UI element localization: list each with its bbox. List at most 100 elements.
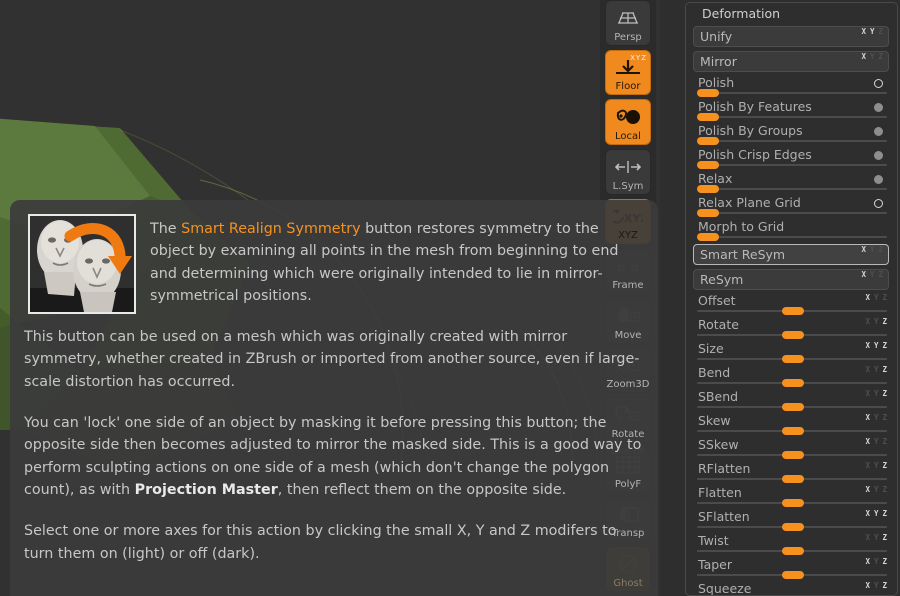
axis-toggle-y[interactable]: Y xyxy=(870,246,875,254)
axis-toggle-x[interactable]: X xyxy=(865,366,870,374)
slider-track[interactable] xyxy=(697,212,887,214)
axis-toggle-y[interactable]: Y xyxy=(874,342,879,350)
slider-knob[interactable] xyxy=(697,233,719,241)
slider-track[interactable] xyxy=(697,188,887,190)
axis-toggle-z[interactable]: Z xyxy=(882,534,887,542)
axis-toggle-x[interactable]: X xyxy=(865,486,870,494)
axis-toggle-x[interactable]: X xyxy=(865,558,870,566)
axis-toggle-y[interactable]: Y xyxy=(874,582,879,590)
axis-toggle-y[interactable]: Y xyxy=(874,558,879,566)
slider-toggle-dot-icon[interactable] xyxy=(874,127,883,136)
axis-toggle-x[interactable]: X xyxy=(861,271,866,279)
slider-toggle-ring-icon[interactable] xyxy=(874,79,883,88)
axis-toggle-z[interactable]: Z xyxy=(878,53,883,61)
axis-toggle-x[interactable]: X xyxy=(865,510,870,518)
slider-knob[interactable] xyxy=(782,499,804,507)
slider-knob[interactable] xyxy=(782,331,804,339)
axis-toggle-group[interactable]: XYZ xyxy=(865,486,887,494)
deformation-row[interactable]: SSkew X Y Z xyxy=(686,437,897,461)
axis-toggle-z[interactable]: Z xyxy=(882,318,887,326)
axis-toggle-group[interactable]: XYZ xyxy=(861,28,883,36)
axis-toggle-group[interactable]: XYZ xyxy=(865,534,887,542)
slider-knob[interactable] xyxy=(782,547,804,555)
deform-slider-rflatten[interactable]: RFlatten X Y Z xyxy=(693,461,889,485)
axis-toggle-group[interactable]: XYZ xyxy=(865,390,887,398)
deform-slider-bend[interactable]: Bend X Y Z xyxy=(693,365,889,389)
slider-knob[interactable] xyxy=(697,185,719,193)
deformation-row[interactable]: Morph to Grid xyxy=(686,219,897,243)
axis-toggle-y[interactable]: Y xyxy=(874,438,879,446)
axis-toggle-y[interactable]: Y xyxy=(874,534,879,542)
axis-toggle-y[interactable]: Y xyxy=(874,366,879,374)
axis-toggle-y[interactable]: Y xyxy=(870,53,875,61)
deformation-row[interactable]: Smart ReSym X Y Z xyxy=(686,244,897,268)
shelf-button-l-sym[interactable]: L.Sym xyxy=(605,149,651,195)
deformation-row[interactable]: Polish By Groups xyxy=(686,123,897,147)
slider-knob[interactable] xyxy=(697,161,719,169)
axis-toggle-group[interactable]: XYZ xyxy=(861,246,883,254)
deform-button-unify[interactable]: Unify xyxy=(693,26,889,47)
shelf-button-floor[interactable]: XYZ Floor xyxy=(605,49,651,96)
slider-toggle-dot-icon[interactable] xyxy=(874,103,883,112)
deformation-row[interactable]: RFlatten X Y Z xyxy=(686,461,897,485)
deformation-row[interactable]: Polish Crisp Edges xyxy=(686,147,897,171)
deformation-row[interactable]: Polish By Features xyxy=(686,99,897,123)
axis-toggle-z[interactable]: Z xyxy=(882,342,887,350)
axis-toggle-z[interactable]: Z xyxy=(882,414,887,422)
axis-toggle-z[interactable]: Z xyxy=(882,438,887,446)
deformation-row[interactable]: SFlatten X Y Z xyxy=(686,509,897,533)
slider-knob[interactable] xyxy=(782,403,804,411)
axis-toggle-x[interactable]: X xyxy=(865,462,870,470)
axis-toggle-group[interactable]: XYZ xyxy=(865,342,887,350)
axis-toggle-group[interactable]: XYZ xyxy=(865,438,887,446)
axis-toggle-x[interactable]: X xyxy=(865,582,870,590)
deformation-row[interactable]: Mirror X Y Z xyxy=(686,51,897,75)
shelf-axis-toggles[interactable]: XYZ xyxy=(630,53,647,64)
axis-toggle-group[interactable]: XYZ xyxy=(865,582,887,590)
axis-toggle-y[interactable]: Y xyxy=(874,486,879,494)
deform-button-smart-resym[interactable]: Smart ReSym xyxy=(693,244,889,265)
deform-slider-sbend[interactable]: SBend X Y Z xyxy=(693,389,889,413)
slider-toggle-ring-icon[interactable] xyxy=(874,199,883,208)
axis-toggle-x[interactable]: X xyxy=(865,294,870,302)
deformation-row[interactable]: Taper X Y Z xyxy=(686,557,897,581)
axis-toggle-x[interactable]: X xyxy=(865,342,870,350)
slider-knob[interactable] xyxy=(697,89,719,97)
slider-knob[interactable] xyxy=(782,427,804,435)
slider-knob[interactable] xyxy=(697,209,719,217)
axis-toggle-y[interactable]: Y xyxy=(874,390,879,398)
axis-toggle-group[interactable]: XYZ xyxy=(865,462,887,470)
axis-toggle-z[interactable]: Z xyxy=(882,510,887,518)
deformation-row[interactable]: Unify X Y Z xyxy=(686,26,897,50)
deform-slider-taper[interactable]: Taper X Y Z xyxy=(693,557,889,581)
slider-knob[interactable] xyxy=(782,307,804,315)
axis-toggle-y[interactable]: Y xyxy=(874,510,879,518)
axis-toggle-z[interactable]: Z xyxy=(882,558,887,566)
axis-toggle-group[interactable]: XYZ xyxy=(865,366,887,374)
slider-knob[interactable] xyxy=(782,523,804,531)
axis-toggle-y[interactable]: Y xyxy=(870,28,875,36)
deform-slider-offset[interactable]: Offset X Y Z xyxy=(693,293,889,317)
slider-knob[interactable] xyxy=(697,137,719,145)
deform-slider-polish-crisp-edges[interactable]: Polish Crisp Edges xyxy=(693,147,889,171)
slider-knob[interactable] xyxy=(782,451,804,459)
deformation-row[interactable]: ReSym X Y Z xyxy=(686,269,897,293)
deform-slider-sskew[interactable]: SSkew X Y Z xyxy=(693,437,889,461)
deform-slider-morph-to-grid[interactable]: Morph to Grid xyxy=(693,219,889,243)
axis-toggle-y[interactable]: Y xyxy=(874,414,879,422)
axis-toggle-z[interactable]: Z xyxy=(882,486,887,494)
axis-toggle-z[interactable]: Z xyxy=(878,246,883,254)
deformation-row[interactable]: SBend X Y Z xyxy=(686,389,897,413)
slider-toggle-dot-icon[interactable] xyxy=(874,175,883,184)
axis-toggle-x[interactable]: X xyxy=(865,414,870,422)
deform-slider-squeeze[interactable]: Squeeze X Y Z xyxy=(693,581,889,595)
axis-toggle-z[interactable]: Z xyxy=(882,582,887,590)
axis-toggle-y[interactable]: Y xyxy=(874,318,879,326)
deformation-row[interactable]: Size X Y Z xyxy=(686,341,897,365)
axis-toggle-group[interactable]: XYZ xyxy=(861,53,883,61)
axis-toggle-group[interactable]: XYZ xyxy=(865,510,887,518)
slider-knob[interactable] xyxy=(697,113,719,121)
deform-slider-polish[interactable]: Polish xyxy=(693,75,889,99)
axis-toggle-x[interactable]: X xyxy=(865,438,870,446)
axis-toggle-z[interactable]: Z xyxy=(882,294,887,302)
